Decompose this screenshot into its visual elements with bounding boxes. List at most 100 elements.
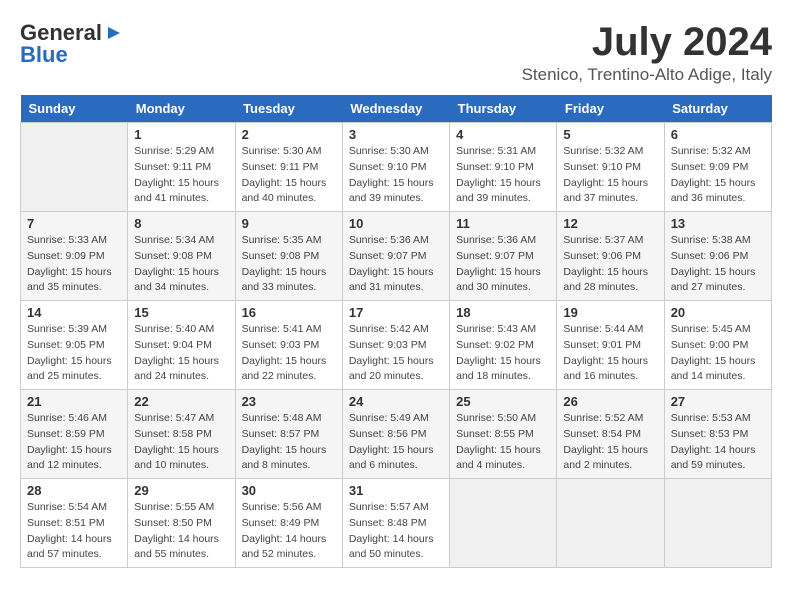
day-info: Sunrise: 5:54 AMSunset: 8:51 PMDaylight:…: [27, 500, 121, 563]
day-info: Sunrise: 5:50 AMSunset: 8:55 PMDaylight:…: [456, 411, 550, 474]
header-cell-thursday: Thursday: [450, 95, 557, 123]
day-number: 28: [27, 483, 121, 498]
day-info: Sunrise: 5:37 AMSunset: 9:06 PMDaylight:…: [563, 233, 657, 296]
day-info: Sunrise: 5:52 AMSunset: 8:54 PMDaylight:…: [563, 411, 657, 474]
week-row-5: 28 Sunrise: 5:54 AMSunset: 8:51 PMDayligh…: [21, 479, 772, 568]
day-cell: 6 Sunrise: 5:32 AMSunset: 9:09 PMDaylight…: [664, 123, 771, 212]
day-number: 1: [134, 127, 228, 142]
month-title: July 2024: [522, 20, 772, 65]
day-cell: 19 Sunrise: 5:44 AMSunset: 9:01 PMDayligh…: [557, 301, 664, 390]
day-info: Sunrise: 5:47 AMSunset: 8:58 PMDaylight:…: [134, 411, 228, 474]
day-cell: 17 Sunrise: 5:42 AMSunset: 9:03 PMDayligh…: [342, 301, 449, 390]
day-cell: 26 Sunrise: 5:52 AMSunset: 8:54 PMDayligh…: [557, 390, 664, 479]
day-number: 22: [134, 394, 228, 409]
day-number: 18: [456, 305, 550, 320]
day-cell: 16 Sunrise: 5:41 AMSunset: 9:03 PMDayligh…: [235, 301, 342, 390]
day-cell: 9 Sunrise: 5:35 AMSunset: 9:08 PMDaylight…: [235, 212, 342, 301]
calendar-table: SundayMondayTuesdayWednesdayThursdayFrid…: [20, 95, 772, 568]
header-cell-wednesday: Wednesday: [342, 95, 449, 123]
day-info: Sunrise: 5:39 AMSunset: 9:05 PMDaylight:…: [27, 322, 121, 385]
day-cell: 29Sunrise: 5:55 AMSunset: 8:50 PMDayligh…: [128, 479, 235, 568]
day-cell: 3Sunrise: 5:30 AMSunset: 9:10 PMDaylight…: [342, 123, 449, 212]
day-number: 12: [563, 216, 657, 231]
day-info: Sunrise: 5:44 AMSunset: 9:01 PMDaylight:…: [563, 322, 657, 385]
day-info: Sunrise: 5:33 AMSunset: 9:09 PMDaylight:…: [27, 233, 121, 296]
day-cell: [664, 479, 771, 568]
day-cell: [557, 479, 664, 568]
day-number: 27: [671, 394, 765, 409]
day-cell: 20Sunrise: 5:45 AMSunset: 9:00 PMDayligh…: [664, 301, 771, 390]
day-number: 19: [563, 305, 657, 320]
header: General Blue July 2024 Stenico, Trentino…: [20, 20, 772, 85]
day-info: Sunrise: 5:57 AMSunset: 8:48 PMDaylight:…: [349, 500, 443, 563]
day-info: Sunrise: 5:36 AMSunset: 9:07 PMDaylight:…: [349, 233, 443, 296]
day-cell: 11 Sunrise: 5:36 AMSunset: 9:07 PMDayligh…: [450, 212, 557, 301]
day-number: 26: [563, 394, 657, 409]
day-cell: 7 Sunrise: 5:33 AMSunset: 9:09 PMDaylight…: [21, 212, 128, 301]
week-row-3: 14 Sunrise: 5:39 AMSunset: 9:05 PMDayligh…: [21, 301, 772, 390]
day-number: 29: [134, 483, 228, 498]
day-number: 23: [242, 394, 336, 409]
day-cell: 22 Sunrise: 5:47 AMSunset: 8:58 PMDayligh…: [128, 390, 235, 479]
day-number: 2: [242, 127, 336, 142]
day-info: Sunrise: 5:29 AMSunset: 9:11 PMDaylight:…: [134, 144, 228, 207]
day-cell: 23 Sunrise: 5:48 AMSunset: 8:57 PMDayligh…: [235, 390, 342, 479]
day-number: 20: [671, 305, 765, 320]
day-cell: 5Sunrise: 5:32 AMSunset: 9:10 PMDaylight…: [557, 123, 664, 212]
day-info: Sunrise: 5:32 AMSunset: 9:10 PMDaylight:…: [563, 144, 657, 207]
logo-icon: [104, 23, 124, 43]
day-number: 9: [242, 216, 336, 231]
day-number: 8: [134, 216, 228, 231]
day-number: 3: [349, 127, 443, 142]
week-row-1: 1 Sunrise: 5:29 AMSunset: 9:11 PMDaylight…: [21, 123, 772, 212]
day-info: Sunrise: 5:34 AMSunset: 9:08 PMDaylight:…: [134, 233, 228, 296]
day-info: Sunrise: 5:43 AMSunset: 9:02 PMDaylight:…: [456, 322, 550, 385]
day-cell: 12 Sunrise: 5:37 AMSunset: 9:06 PMDayligh…: [557, 212, 664, 301]
day-number: 10: [349, 216, 443, 231]
day-info: Sunrise: 5:46 AMSunset: 8:59 PMDaylight:…: [27, 411, 121, 474]
day-info: Sunrise: 5:40 AMSunset: 9:04 PMDaylight:…: [134, 322, 228, 385]
calendar-body: 1 Sunrise: 5:29 AMSunset: 9:11 PMDaylight…: [21, 123, 772, 568]
day-info: Sunrise: 5:38 AMSunset: 9:06 PMDaylight:…: [671, 233, 765, 296]
day-number: 6: [671, 127, 765, 142]
day-cell: 24 Sunrise: 5:49 AMSunset: 8:56 PMDayligh…: [342, 390, 449, 479]
day-cell: 1 Sunrise: 5:29 AMSunset: 9:11 PMDaylight…: [128, 123, 235, 212]
day-cell: 8 Sunrise: 5:34 AMSunset: 9:08 PMDaylight…: [128, 212, 235, 301]
day-cell: [450, 479, 557, 568]
header-cell-tuesday: Tuesday: [235, 95, 342, 123]
day-number: 14: [27, 305, 121, 320]
day-cell: 25 Sunrise: 5:50 AMSunset: 8:55 PMDayligh…: [450, 390, 557, 479]
day-info: Sunrise: 5:36 AMSunset: 9:07 PMDaylight:…: [456, 233, 550, 296]
day-cell: 10 Sunrise: 5:36 AMSunset: 9:07 PMDayligh…: [342, 212, 449, 301]
calendar-header-row: SundayMondayTuesdayWednesdayThursdayFrid…: [21, 95, 772, 123]
day-info: Sunrise: 5:31 AMSunset: 9:10 PMDaylight:…: [456, 144, 550, 207]
week-row-2: 7 Sunrise: 5:33 AMSunset: 9:09 PMDaylight…: [21, 212, 772, 301]
day-info: Sunrise: 5:53 AMSunset: 8:53 PMDaylight:…: [671, 411, 765, 474]
day-info: Sunrise: 5:32 AMSunset: 9:09 PMDaylight:…: [671, 144, 765, 207]
day-cell: 27 Sunrise: 5:53 AMSunset: 8:53 PMDayligh…: [664, 390, 771, 479]
day-number: 13: [671, 216, 765, 231]
day-info: Sunrise: 5:30 AMSunset: 9:11 PMDaylight:…: [242, 144, 336, 207]
header-cell-sunday: Sunday: [21, 95, 128, 123]
day-number: 15: [134, 305, 228, 320]
day-info: Sunrise: 5:48 AMSunset: 8:57 PMDaylight:…: [242, 411, 336, 474]
day-info: Sunrise: 5:49 AMSunset: 8:56 PMDaylight:…: [349, 411, 443, 474]
day-cell: 31Sunrise: 5:57 AMSunset: 8:48 PMDayligh…: [342, 479, 449, 568]
day-number: 4: [456, 127, 550, 142]
day-cell: [21, 123, 128, 212]
day-cell: 15 Sunrise: 5:40 AMSunset: 9:04 PMDayligh…: [128, 301, 235, 390]
day-number: 24: [349, 394, 443, 409]
day-cell: 28 Sunrise: 5:54 AMSunset: 8:51 PMDayligh…: [21, 479, 128, 568]
day-number: 25: [456, 394, 550, 409]
day-number: 11: [456, 216, 550, 231]
day-number: 7: [27, 216, 121, 231]
day-number: 16: [242, 305, 336, 320]
day-info: Sunrise: 5:41 AMSunset: 9:03 PMDaylight:…: [242, 322, 336, 385]
day-number: 30: [242, 483, 336, 498]
day-number: 17: [349, 305, 443, 320]
header-cell-friday: Friday: [557, 95, 664, 123]
day-info: Sunrise: 5:42 AMSunset: 9:03 PMDaylight:…: [349, 322, 443, 385]
day-cell: 2 Sunrise: 5:30 AMSunset: 9:11 PMDaylight…: [235, 123, 342, 212]
day-info: Sunrise: 5:35 AMSunset: 9:08 PMDaylight:…: [242, 233, 336, 296]
day-cell: 4 Sunrise: 5:31 AMSunset: 9:10 PMDaylight…: [450, 123, 557, 212]
